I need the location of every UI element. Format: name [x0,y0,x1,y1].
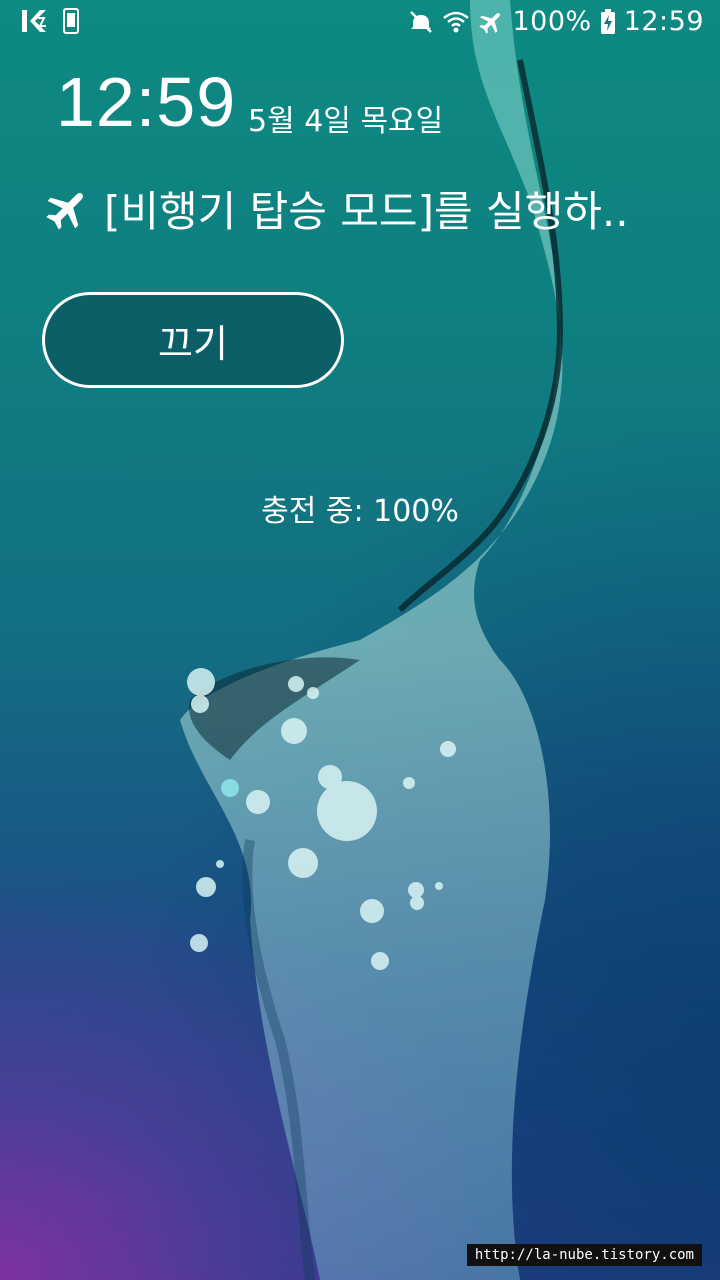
charging-status: 충전 중: 100% [261,494,459,529]
airplane-icon [44,186,90,232]
turn-off-button[interactable]: 끄기 [42,292,344,388]
battery-charging-icon [600,8,616,35]
lockscreen-date: 5월 4일 목요일 [248,104,444,139]
notification-text: [비행기 탑승 모드]를 실행하.. [104,187,629,236]
vpn-k-icon [20,8,48,34]
mute-icon [408,9,434,35]
phone-screen-icon [62,8,80,34]
airplane-mode-notification[interactable]: [비행기 탑승 모드]를 실행하.. [44,178,629,239]
status-time: 12:59 [623,6,704,37]
airplane-icon [478,9,504,35]
turn-off-button-label: 끄기 [158,321,228,366]
watermark-url: http://la-nube.tistory.com [466,1244,702,1266]
lockscreen-clock: 12:59 [56,63,237,141]
battery-percent: 100% [512,6,592,37]
status-bar: 100% 12:59 [0,0,720,46]
wifi-icon [442,9,470,35]
